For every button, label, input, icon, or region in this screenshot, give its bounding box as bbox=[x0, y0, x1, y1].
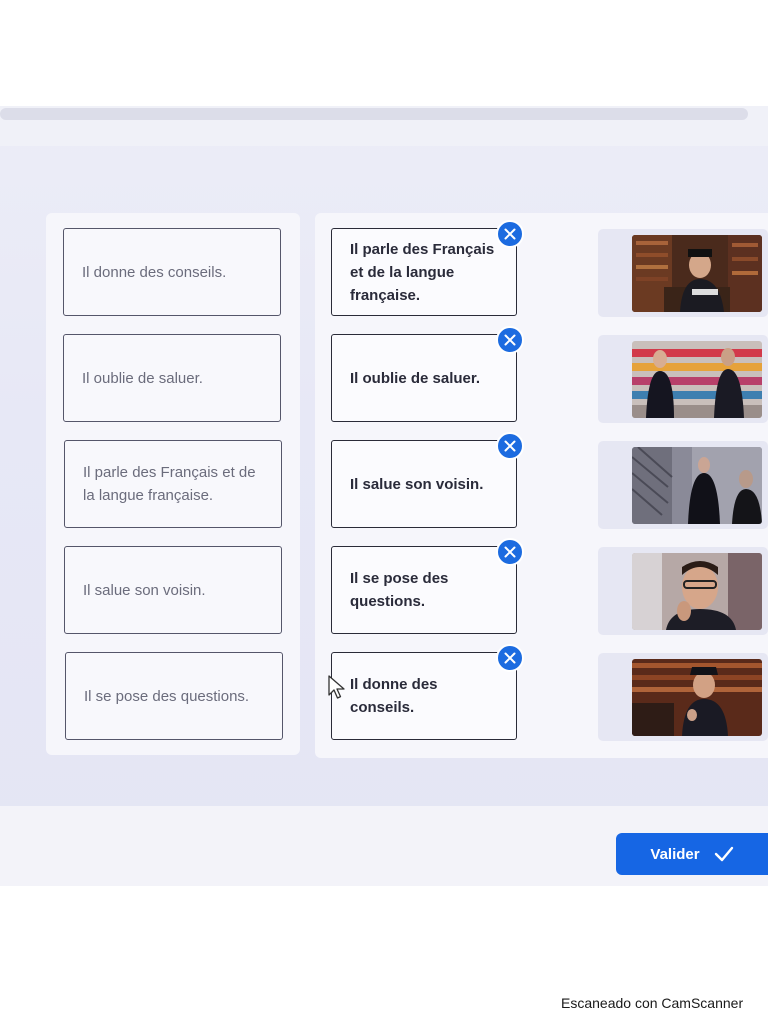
close-icon bbox=[504, 334, 516, 346]
man-reading-in-library-image bbox=[632, 235, 762, 312]
drop-zone[interactable]: Il salue son voisin. bbox=[331, 440, 517, 528]
close-icon bbox=[504, 440, 516, 452]
drop-zone[interactable]: Il oublie de saluer. bbox=[331, 334, 517, 422]
dropped-answer-label: Il parle des Français et de la langue fr… bbox=[350, 240, 495, 304]
close-icon bbox=[504, 652, 516, 664]
drop-zone[interactable]: Il donne des conseils. bbox=[331, 652, 517, 740]
pensive-man-with-glasses-image bbox=[632, 553, 762, 630]
image-slot bbox=[598, 229, 768, 317]
remove-answer-button[interactable] bbox=[496, 644, 524, 672]
remove-answer-button[interactable] bbox=[496, 432, 524, 460]
men-in-dark-stairwell-image bbox=[632, 447, 762, 524]
mouse-cursor-icon bbox=[328, 675, 345, 699]
answer-option-label: Il parle des Français et de la langue fr… bbox=[83, 464, 256, 504]
validate-button[interactable]: Valider bbox=[616, 833, 768, 875]
validate-button-label: Valider bbox=[650, 845, 700, 863]
remove-answer-button[interactable] bbox=[496, 326, 524, 354]
answer-option[interactable]: Il parle des Français et de la langue fr… bbox=[64, 440, 282, 528]
answer-option[interactable]: Il oublie de saluer. bbox=[63, 334, 281, 422]
remove-answer-button[interactable] bbox=[496, 220, 524, 248]
answer-option[interactable]: Il se pose des questions. bbox=[65, 652, 283, 740]
image-slot bbox=[598, 547, 768, 635]
drop-zone[interactable]: Il se pose des questions. bbox=[331, 546, 517, 634]
dropped-answer-label: Il salue son voisin. bbox=[350, 475, 484, 493]
progress-bar bbox=[0, 108, 748, 120]
image-slot bbox=[598, 335, 768, 423]
man-seated-in-library-image bbox=[632, 659, 762, 736]
dropped-answer-label: Il donne des conseils. bbox=[350, 676, 438, 716]
answer-bank-panel: Il donne des conseils. Il oublie de salu… bbox=[46, 213, 300, 755]
remove-answer-button[interactable] bbox=[496, 538, 524, 566]
answer-option-label: Il salue son voisin. bbox=[83, 581, 206, 599]
answer-option[interactable]: Il donne des conseils. bbox=[63, 228, 281, 316]
scanner-watermark: Escaneado con CamScanner bbox=[561, 995, 744, 1011]
answer-option-label: Il oublie de saluer. bbox=[82, 369, 203, 387]
app-screen: Il donne des conseils. Il oublie de salu… bbox=[0, 106, 768, 886]
answer-option[interactable]: Il salue son voisin. bbox=[64, 546, 282, 634]
answer-option-label: Il se pose des questions. bbox=[84, 687, 250, 705]
image-slot bbox=[598, 441, 768, 529]
drop-zone[interactable]: Il parle des Français et de la langue fr… bbox=[331, 228, 517, 316]
image-slot bbox=[598, 653, 768, 741]
dropped-answer-label: Il oublie de saluer. bbox=[350, 369, 481, 387]
dropped-answer-label: Il se pose des questions. bbox=[350, 570, 449, 610]
close-icon bbox=[504, 228, 516, 240]
two-people-in-shop-aisle-image bbox=[632, 341, 762, 418]
close-icon bbox=[504, 546, 516, 558]
answer-option-label: Il donne des conseils. bbox=[82, 263, 227, 281]
checkmark-icon bbox=[714, 846, 733, 862]
